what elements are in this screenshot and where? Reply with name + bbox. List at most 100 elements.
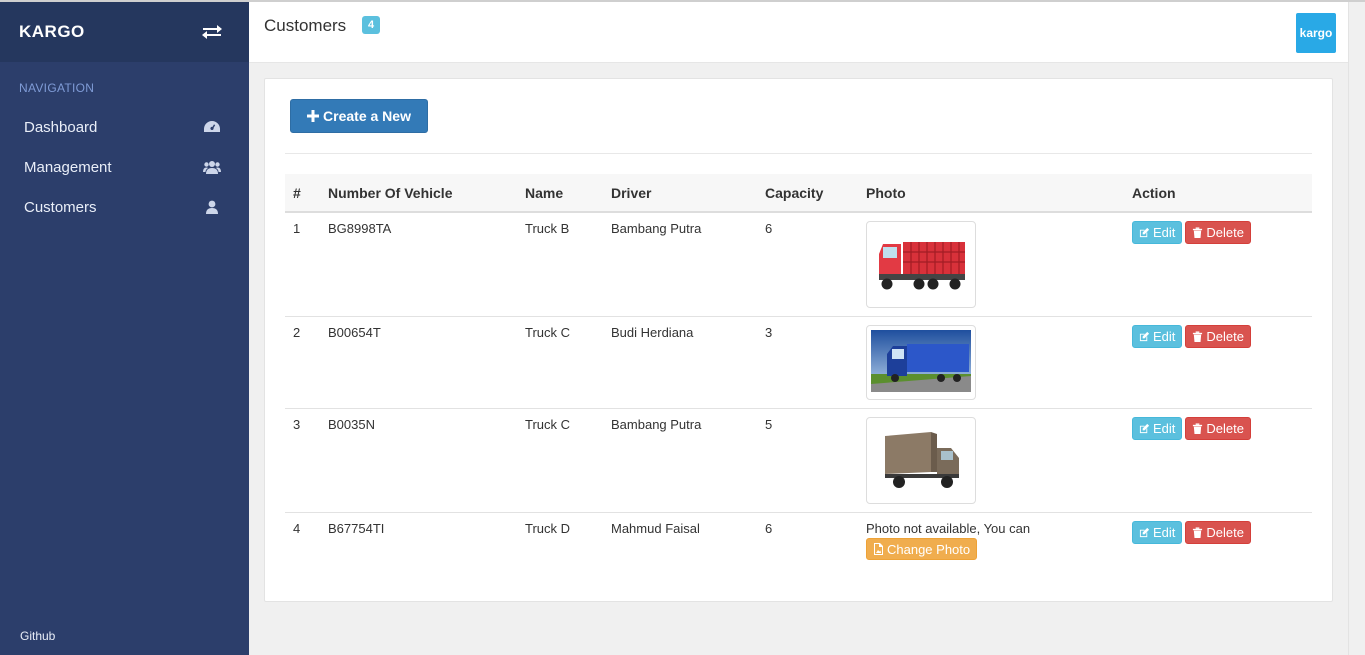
sidebar-item-label: Dashboard — [24, 118, 98, 136]
action-cell: Edit Delete — [1124, 409, 1312, 513]
edit-icon — [1139, 423, 1150, 434]
driver-name: Bambang Putra — [611, 417, 702, 432]
customers-table: # Number Of Vehicle Name Driver Capacity… — [285, 174, 1312, 573]
delete-button[interactable]: Delete — [1185, 417, 1251, 440]
column-header[interactable]: Number Of Vehicle — [320, 174, 517, 212]
vehicle-photo-thumbnail[interactable] — [866, 221, 976, 308]
capacity: 5 — [765, 417, 773, 432]
divider — [285, 153, 1312, 154]
row-number: 4 — [293, 521, 301, 536]
sidebar-item-dashboard[interactable]: Dashboard — [0, 107, 249, 147]
edit-button[interactable]: Edit — [1132, 521, 1183, 544]
change-photo-button[interactable]: Change Photo — [866, 538, 978, 560]
driver-name: Budi Herdiana — [611, 325, 694, 340]
trash-icon — [1193, 423, 1203, 434]
vehicle-number: B0035N — [328, 417, 375, 432]
edit-button[interactable]: Edit — [1132, 417, 1183, 440]
brand-name[interactable]: KARGO — [19, 22, 85, 42]
users-icon — [203, 161, 221, 174]
edit-button[interactable]: Edit — [1132, 221, 1183, 244]
column-header[interactable]: Capacity — [757, 174, 858, 212]
vehicle-name: Truck D — [525, 521, 571, 536]
delete-label: Delete — [1206, 421, 1244, 436]
change-photo-label: Change Photo — [887, 541, 971, 557]
edit-icon — [1139, 331, 1150, 342]
delete-label: Delete — [1206, 225, 1244, 240]
edit-label: Edit — [1153, 329, 1176, 344]
trash-icon — [1193, 227, 1203, 238]
vehicle-name: Truck C — [525, 325, 571, 340]
row-number: 2 — [293, 325, 301, 340]
edit-icon — [1139, 227, 1150, 238]
sidebar-item-label: Customers — [24, 198, 97, 216]
capacity: 6 — [765, 521, 773, 536]
edit-icon — [1139, 527, 1150, 538]
nav-list: Dashboard Management Customers — [0, 107, 249, 227]
table-row: 2 B00654T Truck C Budi Herdiana 3 Edit D… — [285, 316, 1312, 409]
vehicle-name: Truck B — [525, 221, 570, 236]
create-new-button[interactable]: Create a New — [290, 99, 428, 133]
page-title: Customers — [264, 16, 347, 35]
sidebar: KARGO NAVIGATION Dashboard Management Cu… — [0, 2, 249, 655]
sidebar-item-label: Management — [24, 158, 112, 176]
swap-arrows-icon[interactable] — [201, 23, 223, 41]
edit-label: Edit — [1153, 421, 1176, 436]
vehicle-photo-thumbnail[interactable] — [866, 325, 976, 400]
app-logo[interactable]: kargo — [1296, 13, 1336, 53]
row-number: 3 — [293, 417, 301, 432]
vehicle-number: B00654T — [328, 325, 381, 340]
photo-cell — [858, 317, 1124, 409]
capacity: 6 — [765, 221, 773, 236]
top-header: Customers 4 kargo — [249, 2, 1348, 63]
action-cell: Edit Delete — [1124, 317, 1312, 409]
photo-cell: Photo not available, You can Change Phot… — [858, 513, 1124, 573]
page-scrollbar[interactable] — [1348, 2, 1365, 655]
blue-truck-photo — [871, 330, 971, 392]
create-new-label: Create a New — [323, 108, 411, 124]
driver-name: Mahmud Faisal — [611, 521, 700, 536]
app-logo-text: kargo — [1299, 26, 1333, 40]
trash-icon — [1193, 527, 1203, 538]
photo-cell — [858, 409, 1124, 513]
column-header[interactable]: # — [285, 174, 320, 212]
table-header-row: # Number Of Vehicle Name Driver Capacity… — [285, 174, 1312, 212]
brand-bar: KARGO — [0, 2, 249, 62]
delete-button[interactable]: Delete — [1185, 221, 1251, 244]
photo-cell — [858, 212, 1124, 317]
edit-label: Edit — [1153, 525, 1176, 540]
github-link[interactable]: Github — [20, 629, 55, 643]
box-truck-photo — [871, 422, 971, 496]
table-row: 4 B67754TI Truck D Mahmud Faisal 6 Photo… — [285, 512, 1312, 573]
delete-label: Delete — [1206, 525, 1244, 540]
delete-button[interactable]: Delete — [1185, 325, 1251, 348]
vehicle-number: B67754TI — [328, 521, 385, 536]
action-cell: Edit Delete — [1124, 212, 1312, 317]
sidebar-item-management[interactable]: Management — [0, 147, 249, 187]
vehicle-number: BG8998TA — [328, 221, 392, 236]
delete-button[interactable]: Delete — [1185, 521, 1251, 544]
red-truck-photo — [871, 226, 971, 300]
user-icon — [206, 200, 218, 214]
table-row: 1 BG8998TA Truck B Bambang Putra 6 Edit … — [285, 212, 1312, 317]
edit-label: Edit — [1153, 225, 1176, 240]
column-header[interactable]: Driver — [603, 174, 757, 212]
delete-label: Delete — [1206, 329, 1244, 344]
table-row: 3 B0035N Truck C Bambang Putra 5 Edit De… — [285, 408, 1312, 513]
vehicle-name: Truck C — [525, 417, 571, 432]
plus-icon — [307, 110, 320, 122]
trash-icon — [1193, 331, 1203, 342]
dashboard-icon — [204, 121, 220, 132]
customers-card: Create a New # Number Of Vehicle Name Dr… — [264, 78, 1333, 602]
photo-missing-text: Photo not available, You can — [866, 521, 1031, 536]
vehicle-photo-thumbnail[interactable] — [866, 417, 976, 504]
column-header[interactable]: Action — [1124, 174, 1312, 212]
capacity: 3 — [765, 325, 773, 340]
column-header[interactable]: Photo — [858, 174, 1124, 212]
driver-name: Bambang Putra — [611, 221, 702, 236]
image-file-icon — [874, 543, 883, 555]
customer-count-badge: 4 — [362, 16, 381, 34]
window-top-border — [0, 0, 1365, 2]
edit-button[interactable]: Edit — [1132, 325, 1183, 348]
sidebar-item-customers[interactable]: Customers — [0, 187, 249, 227]
column-header[interactable]: Name — [517, 174, 603, 212]
